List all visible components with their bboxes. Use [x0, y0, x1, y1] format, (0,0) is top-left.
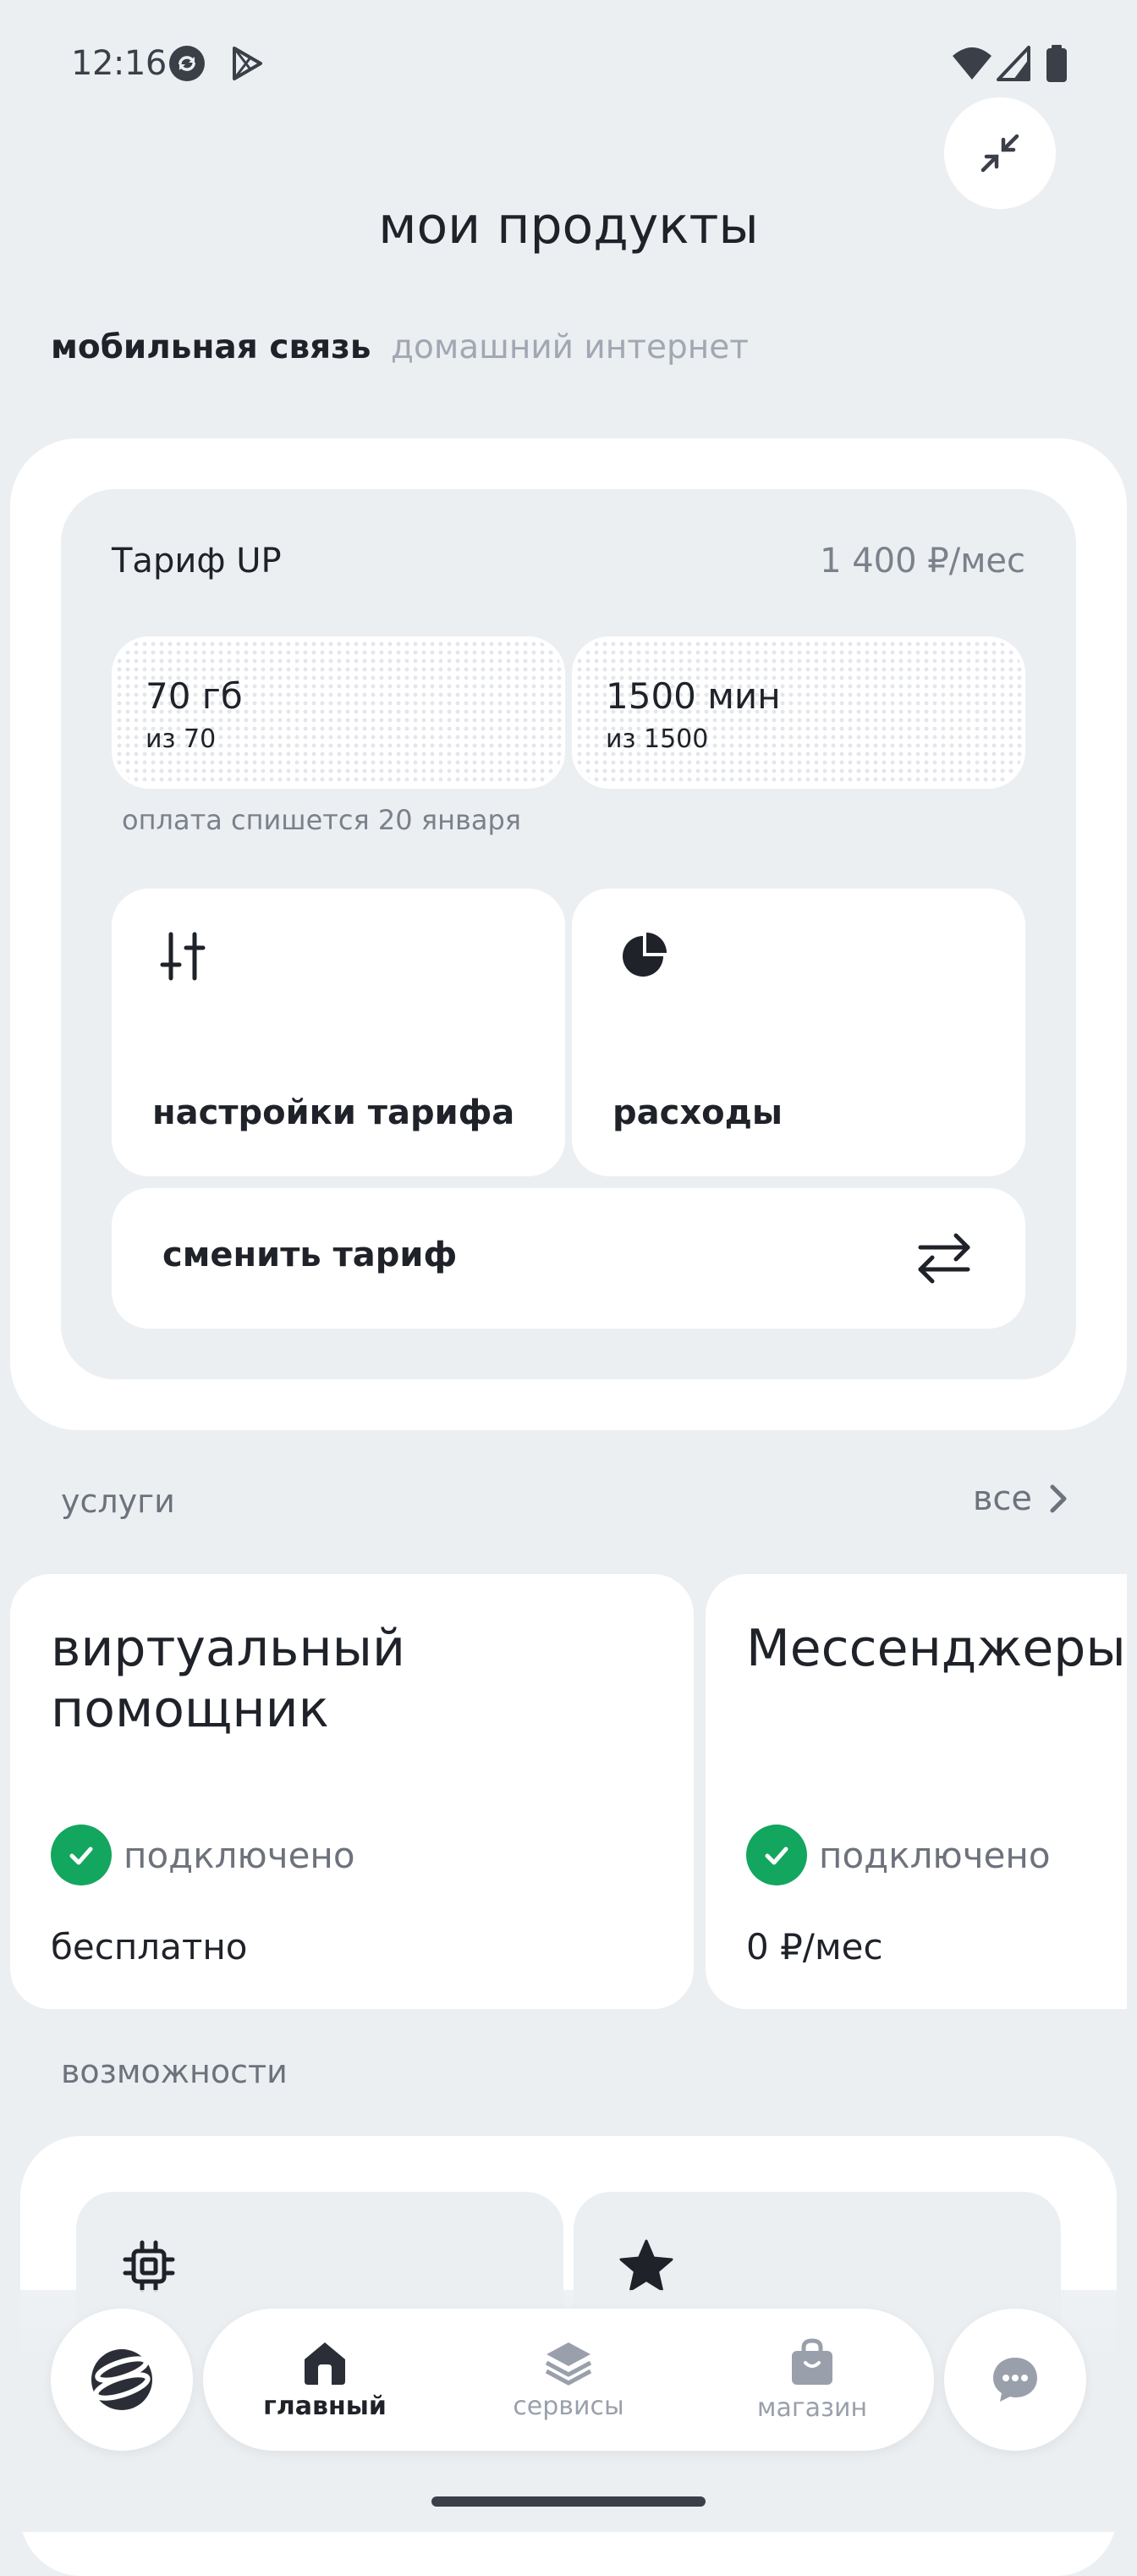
change-tariff-label: сменить тариф — [162, 1236, 458, 1274]
quota-value: 1500 мин — [606, 675, 781, 717]
shopping-bag-icon — [792, 2337, 832, 2385]
brand-logo-icon — [91, 2349, 152, 2410]
quota-value: 70 гб — [146, 675, 243, 717]
nav-label: сервисы — [513, 2391, 624, 2421]
tariff-settings-button[interactable]: настройки тарифа — [112, 889, 565, 1176]
page-title: мои продукты — [378, 196, 759, 256]
status-time: 12:16 — [71, 44, 167, 83]
action-label: расходы — [612, 1093, 783, 1132]
tariff-price: 1 400 ₽/мес — [820, 542, 1025, 581]
sync-icon — [168, 44, 206, 83]
home-icon — [305, 2342, 345, 2385]
nav-item-shop[interactable]: магазин — [690, 2309, 934, 2451]
quota-total: из 70 — [146, 724, 217, 754]
see-all-label: все — [972, 1479, 1032, 1518]
battery-icon — [1044, 44, 1083, 83]
service-title: виртуальный помощник — [51, 1619, 405, 1739]
chip-icon — [122, 2239, 176, 2297]
brand-logo-button[interactable] — [51, 2309, 193, 2451]
swap-icon — [910, 1224, 978, 1291]
collapse-icon — [980, 134, 1019, 173]
change-tariff-button[interactable]: сменить тариф — [112, 1188, 1025, 1329]
tariff-name: Тариф UP — [112, 542, 282, 581]
nav-label: главный — [263, 2391, 387, 2421]
check-icon — [746, 1825, 807, 1885]
service-card-assistant[interactable]: виртуальный помощник подключено бесплатн… — [10, 1574, 694, 2009]
layers-icon — [545, 2342, 592, 2385]
wifi-icon — [951, 44, 991, 83]
chat-icon — [993, 2358, 1037, 2402]
tab-home-internet[interactable]: домашний интернет — [391, 328, 749, 366]
pie-chart-icon — [616, 929, 670, 983]
service-title: Мессенджеры — [746, 1619, 1126, 1678]
services-title: услуги — [61, 1483, 175, 1520]
chevron-right-icon — [1050, 1484, 1067, 1513]
bottom-nav: главный сервисы магазин — [203, 2309, 934, 2451]
signal-icon — [997, 44, 1035, 83]
sliders-icon — [156, 929, 210, 983]
tab-mobile[interactable]: мобильная связь — [51, 328, 371, 366]
play-icon — [227, 44, 266, 83]
expenses-button[interactable]: расходы — [572, 889, 1025, 1176]
collapse-button[interactable] — [944, 97, 1056, 209]
service-price: 0 ₽/мес — [746, 1926, 883, 1968]
chat-button[interactable] — [944, 2309, 1086, 2451]
nav-item-services[interactable]: сервисы — [447, 2309, 690, 2451]
see-all-link[interactable]: все — [973, 1479, 1069, 1518]
service-card-messengers[interactable]: Мессенджеры подключено 0 ₽/мес — [706, 1574, 1127, 2009]
service-status: подключено — [51, 1825, 355, 1885]
nav-item-home[interactable]: главный — [203, 2309, 447, 2451]
minutes-quota[interactable]: 1500 мин из 1500 — [572, 636, 1025, 789]
payment-note: оплата спишется 20 января — [122, 804, 522, 836]
nav-label: магазин — [756, 2392, 868, 2423]
quota-total: из 1500 — [606, 724, 709, 754]
action-label: настройки тарифа — [152, 1093, 515, 1132]
features-title: возможности — [61, 2053, 288, 2090]
home-indicator[interactable] — [431, 2496, 706, 2507]
check-icon — [51, 1825, 112, 1885]
service-status: подключено — [746, 1825, 1051, 1885]
service-price: бесплатно — [51, 1926, 248, 1968]
data-quota[interactable]: 70 гб из 70 — [112, 636, 565, 789]
